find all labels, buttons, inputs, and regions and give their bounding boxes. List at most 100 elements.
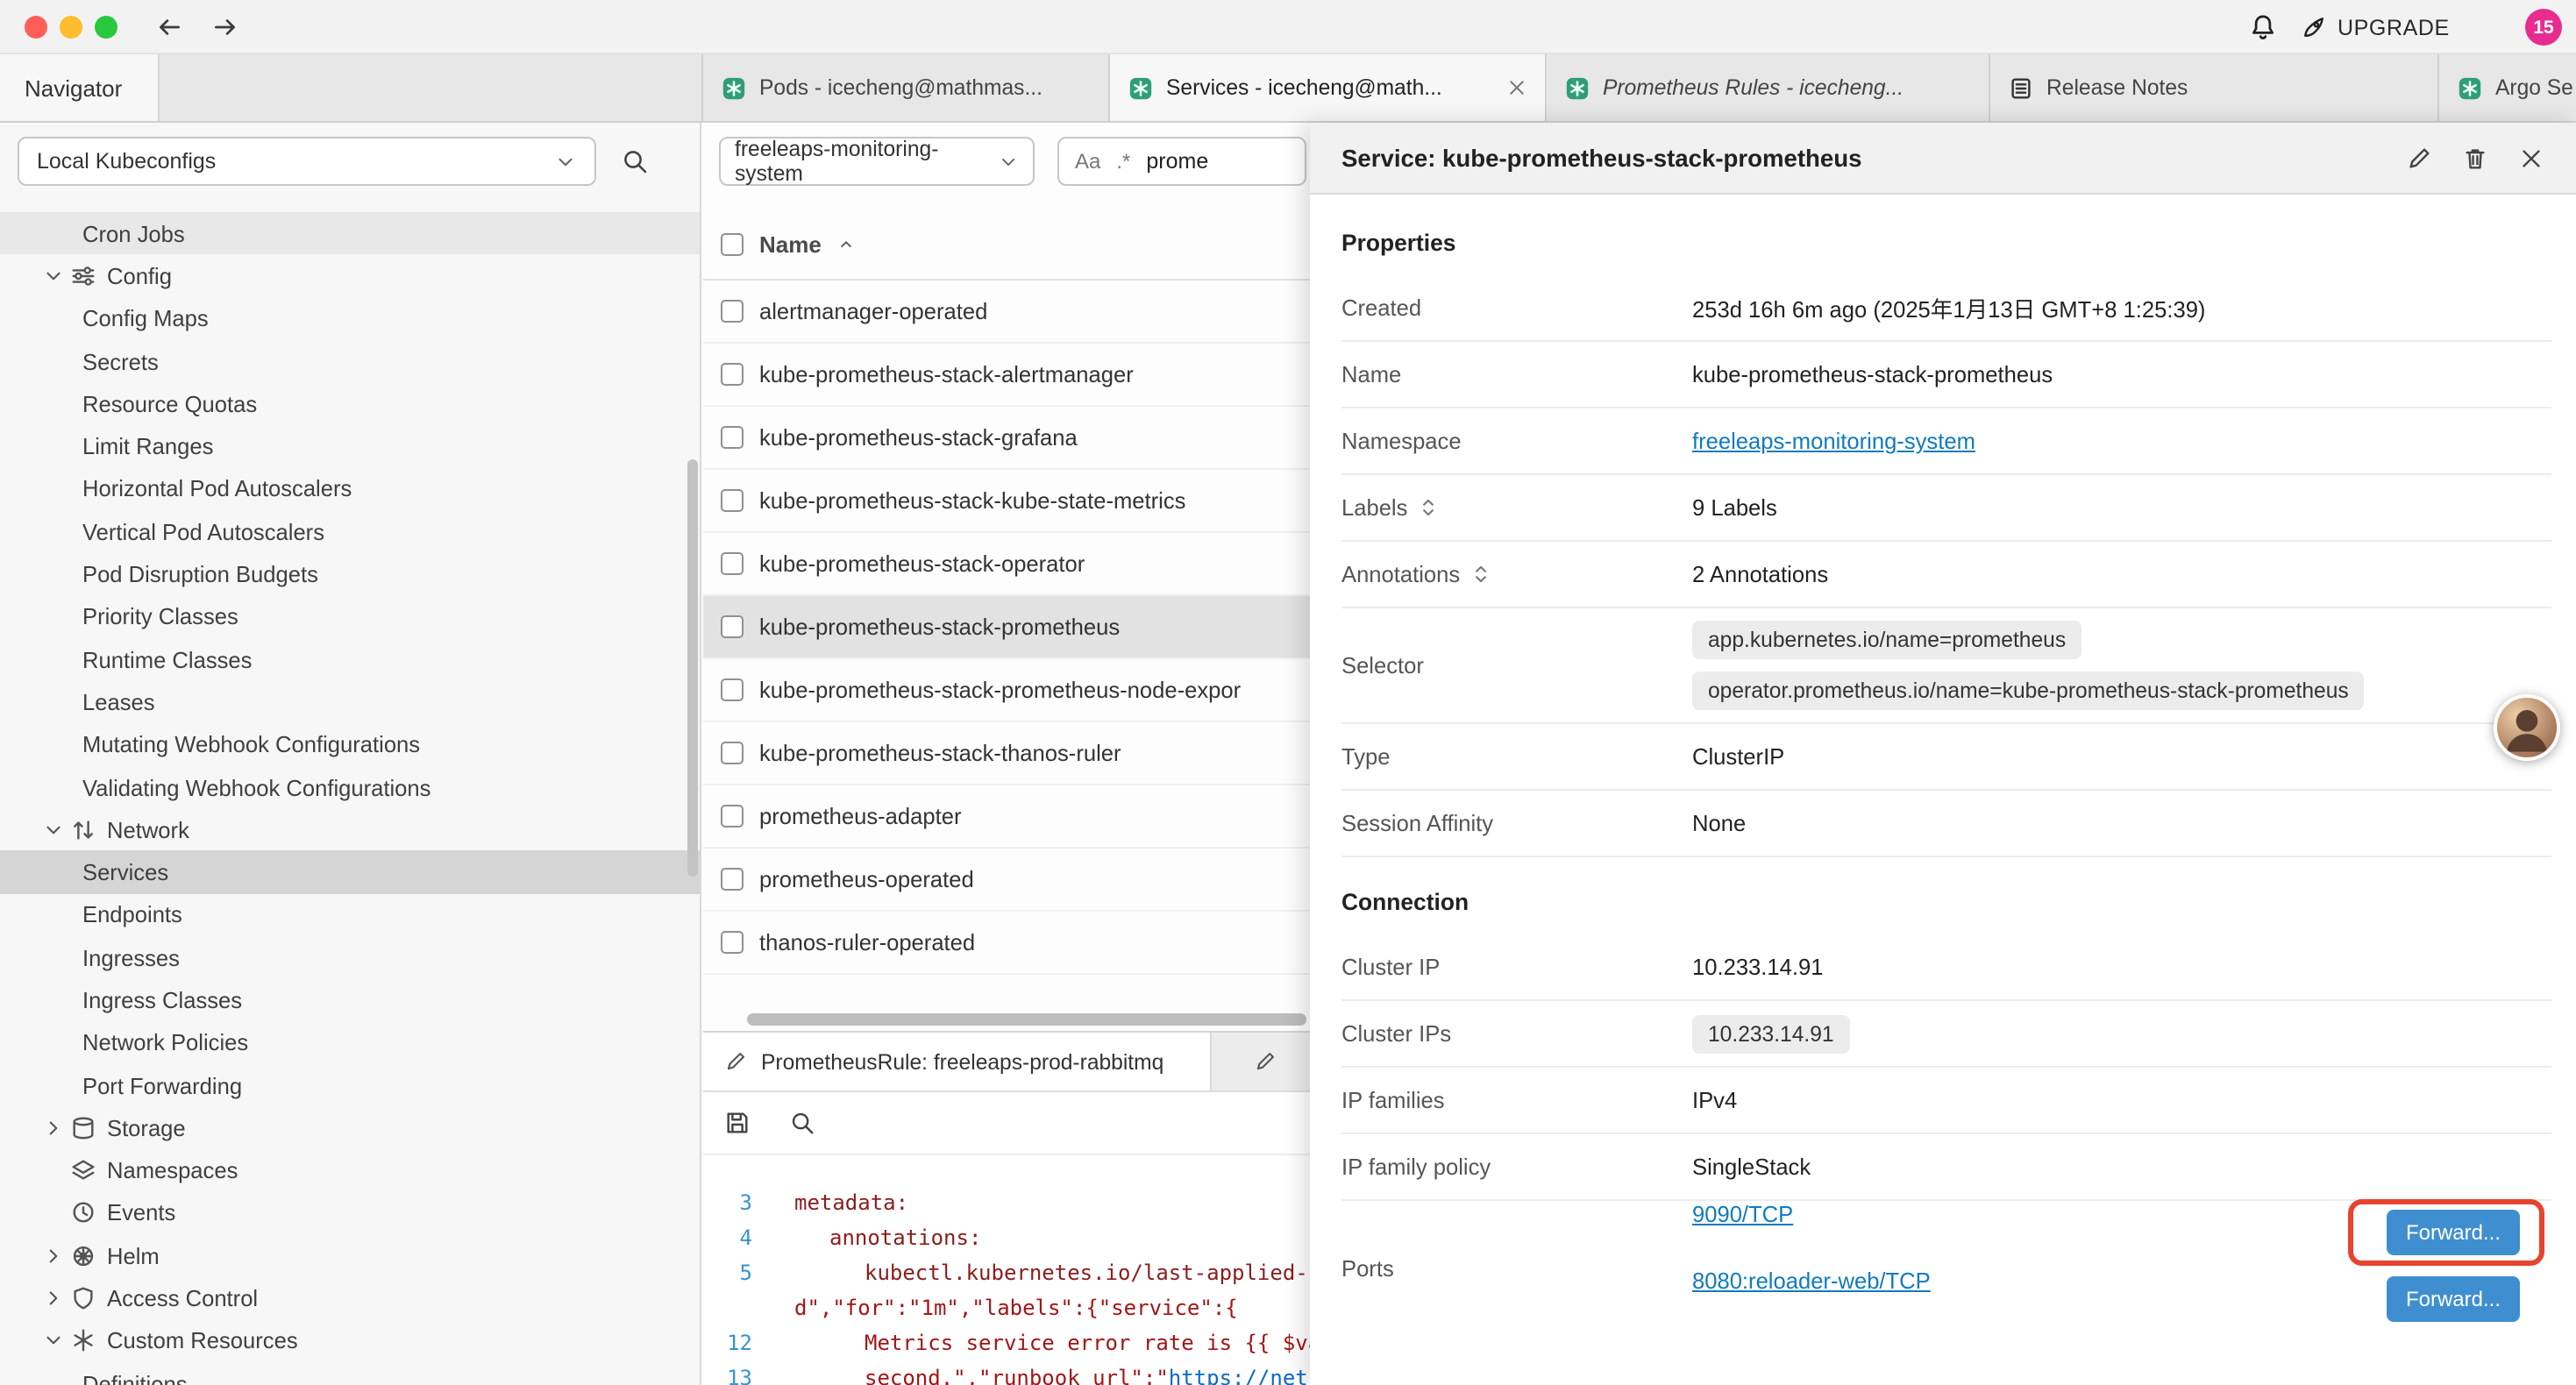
editor-search-icon[interactable] xyxy=(789,1110,815,1136)
forward-button[interactable]: Forward... xyxy=(2387,1210,2520,1255)
property-row-ports: Ports9090/TCPForward...8080:reloader-web… xyxy=(1341,1201,2551,1334)
property-value-text: 9 Labels xyxy=(1692,494,2551,521)
table-horizontal-scrollbar[interactable] xyxy=(747,1013,1306,1026)
sidebar-item-limit-ranges[interactable]: Limit Ranges xyxy=(0,425,700,468)
row-checkbox[interactable] xyxy=(721,300,744,323)
property-label-text: Type xyxy=(1341,743,1391,770)
chevron-right-icon[interactable] xyxy=(42,1287,65,1310)
property-value: None xyxy=(1692,798,2551,849)
trash-icon[interactable] xyxy=(2462,145,2488,171)
back-button[interactable] xyxy=(154,12,184,42)
sidebar-item-label: Custom Resources xyxy=(107,1328,298,1354)
sidebar-item-endpoints[interactable]: Endpoints xyxy=(0,894,700,937)
zoom-window-button[interactable] xyxy=(95,16,117,39)
save-icon[interactable] xyxy=(724,1110,751,1136)
property-label-text: Namespace xyxy=(1341,428,1462,454)
sidebar-item-vertical-pod-autoscalers[interactable]: Vertical Pod Autoscalers xyxy=(0,510,700,553)
row-checkbox[interactable] xyxy=(721,552,744,575)
row-checkbox[interactable] xyxy=(721,426,744,449)
chevron-right-icon[interactable] xyxy=(42,1117,65,1140)
sidebar-scrollbar[interactable] xyxy=(687,459,698,877)
sidebar-item-ingress-classes[interactable]: Ingress Classes xyxy=(0,979,700,1022)
search-filter-input[interactable]: Aa .* prome xyxy=(1057,137,1306,186)
chevron-down-icon[interactable] xyxy=(42,819,65,842)
sidebar-item-ingresses[interactable]: Ingresses xyxy=(0,936,700,979)
namespace-selector[interactable]: freeleaps-monitoring-system xyxy=(719,137,1035,186)
unfold-more-icon[interactable] xyxy=(1469,563,1491,586)
sidebar-item-horizontal-pod-autoscalers[interactable]: Horizontal Pod Autoscalers xyxy=(0,468,700,511)
sidebar-item-network[interactable]: Network xyxy=(0,808,700,851)
sidebar-item-definitions[interactable]: Definitions xyxy=(0,1362,700,1385)
forward-button[interactable] xyxy=(210,12,240,42)
close-tab-icon[interactable] xyxy=(1506,77,1527,98)
sidebar-item-storage[interactable]: Storage xyxy=(0,1106,700,1149)
sidebar-item-priority-classes[interactable]: Priority Classes xyxy=(0,595,700,638)
tab-prometheus-rules-icecheng[interactable]: Prometheus Rules - icecheng... xyxy=(1547,54,1990,121)
helm-icon xyxy=(70,1243,96,1269)
sidebar-item-events[interactable]: Events xyxy=(0,1192,700,1235)
sidebar-item-services[interactable]: Services xyxy=(0,851,700,894)
sidebar-item-config-maps[interactable]: Config Maps xyxy=(0,297,700,340)
property-row-cluster-ip: Cluster IP10.233.14.91 xyxy=(1341,934,2551,1001)
webcam-avatar[interactable] xyxy=(2494,694,2560,761)
dock-tab-secondary[interactable] xyxy=(1254,1033,1277,1090)
sidebar-item-resource-quotas[interactable]: Resource Quotas xyxy=(0,382,700,425)
sidebar-item-validating-webhook-configurations[interactable]: Validating Webhook Configurations xyxy=(0,766,700,809)
minimize-window-button[interactable] xyxy=(60,16,82,39)
upgrade-button[interactable]: UPGRADE xyxy=(2301,0,2450,54)
notifications-bell-icon[interactable] xyxy=(2248,12,2278,42)
row-checkbox[interactable] xyxy=(721,363,744,386)
row-checkbox[interactable] xyxy=(721,868,744,891)
namespace-link[interactable]: freeleaps-monitoring-system xyxy=(1692,428,1975,454)
tab-release-notes[interactable]: Release Notes xyxy=(1990,54,2439,121)
sort-ascending-icon[interactable] xyxy=(837,235,857,254)
sidebar-item-namespaces[interactable]: Namespaces xyxy=(0,1149,700,1192)
search-query-text: prome xyxy=(1146,149,1208,174)
upgrade-label: UPGRADE xyxy=(2338,15,2450,39)
row-checkbox[interactable] xyxy=(721,678,744,701)
row-checkbox[interactable] xyxy=(721,615,744,638)
chevron-down-icon[interactable] xyxy=(42,265,65,288)
select-all-checkbox[interactable] xyxy=(721,233,744,256)
row-checkbox[interactable] xyxy=(721,742,744,764)
row-checkbox[interactable] xyxy=(721,805,744,827)
port-link[interactable]: 9090/TCP xyxy=(1692,1201,1793,1227)
sidebar-item-helm[interactable]: Helm xyxy=(0,1234,700,1277)
unfold-more-icon[interactable] xyxy=(1416,496,1439,519)
tab-argo-se[interactable]: Argo Se xyxy=(2439,54,2576,121)
property-value-text: None xyxy=(1692,810,2551,836)
line-number: 12 xyxy=(703,1331,752,1355)
sidebar-item-port-forwarding[interactable]: Port Forwarding xyxy=(0,1064,700,1107)
tab-services-icecheng-math[interactable]: Services - icecheng@math... xyxy=(1110,54,1547,121)
edit-icon[interactable] xyxy=(2406,145,2432,171)
sidebar-item-pod-disruption-budgets[interactable]: Pod Disruption Budgets xyxy=(0,553,700,596)
column-header-name[interactable]: Name xyxy=(759,231,822,258)
sidebar-item-cron-jobs[interactable]: Cron Jobs xyxy=(0,212,700,255)
sidebar-item-runtime-classes[interactable]: Runtime Classes xyxy=(0,638,700,681)
notification-count-badge[interactable]: 15 xyxy=(2525,9,2562,46)
row-checkbox[interactable] xyxy=(721,489,744,512)
tab-pods-icecheng-mathmas[interactable]: Pods - icecheng@mathmas... xyxy=(703,54,1110,121)
app-window: UPGRADE 15 Navigator Pods - icecheng@mat… xyxy=(0,0,2576,1385)
sidebar-item-leases[interactable]: Leases xyxy=(0,681,700,724)
sidebar-item-network-policies[interactable]: Network Policies xyxy=(0,1021,700,1064)
sidebar-item-config[interactable]: Config xyxy=(0,255,700,298)
service-name: kube-prometheus-stack-kube-state-metrics xyxy=(759,487,1185,514)
chevron-down-icon[interactable] xyxy=(42,1330,65,1353)
sidebar-item-custom-resources[interactable]: Custom Resources xyxy=(0,1319,700,1362)
close-icon[interactable] xyxy=(2518,145,2544,171)
sidebar-search-icon[interactable] xyxy=(621,147,649,175)
sidebar-item-access-control[interactable]: Access Control xyxy=(0,1277,700,1320)
property-label-text: Annotations xyxy=(1341,561,1460,587)
close-window-button[interactable] xyxy=(25,16,47,39)
dock-tab-prometheusrule[interactable]: PrometheusRule: freeleaps-prod-rabbitmq xyxy=(703,1033,1212,1090)
match-case-toggle[interactable]: Aa xyxy=(1075,149,1100,174)
sidebar-item-secrets[interactable]: Secrets xyxy=(0,340,700,383)
port-link[interactable]: 8080:reloader-web/TCP xyxy=(1692,1268,1931,1294)
row-checkbox[interactable] xyxy=(721,931,744,954)
kubeconfig-selector[interactable]: Local Kubeconfigs xyxy=(18,137,596,186)
sidebar-item-mutating-webhook-configurations[interactable]: Mutating Webhook Configurations xyxy=(0,723,700,766)
chevron-right-icon[interactable] xyxy=(42,1245,65,1268)
forward-button[interactable]: Forward... xyxy=(2387,1276,2520,1322)
regex-toggle[interactable]: .* xyxy=(1116,149,1130,174)
